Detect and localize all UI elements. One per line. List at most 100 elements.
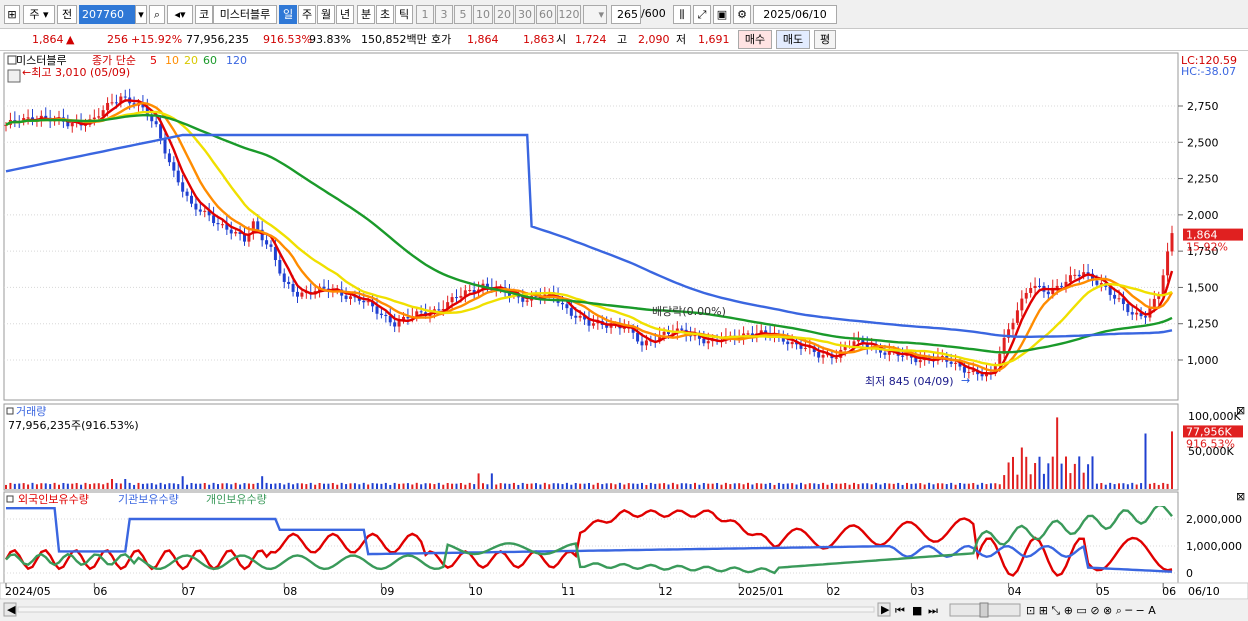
volume-bar — [1171, 431, 1173, 489]
candle-body — [278, 260, 282, 274]
chart-tools-icons[interactable]: ⊡ ⊞ ⤡ ⊕ ▭ ⊘ ⊗ ⌕ ─ − A — [1026, 604, 1156, 617]
date-input[interactable]: 2025/06/10 — [753, 5, 837, 24]
volume-bar — [906, 482, 908, 489]
period-minute[interactable]: 분 — [357, 5, 375, 24]
volume-bar — [764, 483, 767, 489]
first-page-icon[interactable]: ⏮ — [895, 604, 905, 617]
volume-bar — [181, 476, 184, 489]
volume-bar — [429, 483, 431, 489]
stock-code-input[interactable]: 207760 — [79, 5, 135, 24]
calculator-icon[interactable] — [7, 69, 21, 83]
candle-body — [1170, 233, 1174, 252]
candle-body — [662, 331, 666, 335]
interval-5[interactable]: 5 — [454, 5, 472, 24]
zoom-slider-handle[interactable] — [979, 602, 989, 618]
ko-button[interactable]: 코 — [195, 5, 213, 24]
x-tick-label: 03 — [910, 585, 924, 598]
layout-icon[interactable]: ⊞ — [4, 5, 20, 24]
volume-bar — [309, 482, 312, 489]
volume-bar — [477, 473, 480, 489]
candle-body — [1060, 285, 1064, 287]
volume-bar — [305, 484, 308, 489]
volume-bar — [976, 484, 979, 489]
volume-bar — [1131, 482, 1134, 489]
period-week[interactable]: 주 — [298, 5, 316, 24]
interval-3[interactable]: 3 — [435, 5, 453, 24]
candle-body — [269, 244, 273, 247]
candle-body — [578, 315, 582, 318]
candle-body — [265, 240, 269, 245]
candle-body — [384, 314, 388, 317]
volume-bar — [27, 484, 30, 489]
stock-chart[interactable]: 2,7502,5002,2502,0001,7501,5001,2501,000… — [0, 52, 1248, 621]
ma-legend-10: 10 — [165, 54, 179, 67]
volume-bar — [367, 484, 370, 489]
volume-bar — [1029, 474, 1032, 489]
period-tick[interactable]: 틱 — [395, 5, 413, 24]
candle-body — [291, 284, 295, 292]
candle-body — [1117, 298, 1121, 300]
volume-bar — [649, 482, 652, 489]
volume-close-icon[interactable]: ⊠ — [1236, 404, 1245, 417]
search-icon[interactable]: ⌕ — [149, 5, 165, 24]
candle-body — [1055, 285, 1059, 289]
candle-body — [459, 295, 463, 298]
last-page-icon[interactable]: ⏭ — [928, 604, 938, 617]
candle-body — [1130, 312, 1134, 315]
holdings-panel — [3, 491, 1179, 584]
stop-icon[interactable]: ■ — [912, 604, 922, 617]
save-icon[interactable]: ▣ — [713, 5, 731, 24]
interval-dropdown[interactable]: ▾ — [583, 5, 607, 24]
market-type-select[interactable]: 주 ▾ — [23, 5, 55, 24]
candle-body — [1152, 298, 1156, 307]
interval-20[interactable]: 20 — [494, 5, 514, 24]
volume-bar — [398, 483, 401, 489]
volume-bar — [208, 484, 211, 489]
volume-bar — [936, 483, 939, 489]
volume-bar — [323, 483, 325, 489]
buy-button[interactable]: 매수 — [738, 30, 772, 49]
sell-button[interactable]: 매도 — [776, 30, 810, 49]
eval-button[interactable]: 평 — [814, 30, 836, 49]
interval-10[interactable]: 10 — [473, 5, 493, 24]
volume-bar — [97, 483, 100, 489]
interval-30[interactable]: 30 — [515, 5, 535, 24]
candle-body — [918, 360, 922, 363]
x-tick-label: 2025/01 — [738, 585, 784, 598]
volume-bar — [234, 482, 237, 489]
count-input[interactable]: 265 — [611, 5, 641, 24]
scroll-track[interactable] — [17, 606, 875, 613]
code-dropdown-icon[interactable]: ▾ — [135, 5, 147, 24]
period-year[interactable]: 년 — [336, 5, 354, 24]
volume-bar — [455, 483, 458, 489]
top-toolbar: ⊞ 주 ▾ 전 207760 ▾ ⌕ ◂▾ 코 미스터블루 일 주 월 년 분 … — [0, 0, 1248, 29]
holdings-close-icon[interactable]: ⊠ — [1236, 490, 1245, 503]
interval-120[interactable]: 120 — [557, 5, 581, 24]
x-tick-label: 05 — [1096, 585, 1110, 598]
interval-60[interactable]: 60 — [536, 5, 556, 24]
volume-bar — [327, 483, 330, 489]
volume-bar — [345, 484, 348, 489]
volume-bar — [535, 483, 537, 489]
x-tick-label: 07 — [182, 585, 196, 598]
interval-1[interactable]: 1 — [416, 5, 434, 24]
volume-bar — [1091, 456, 1094, 489]
volume-bar — [888, 483, 891, 489]
period-month[interactable]: 월 — [317, 5, 335, 24]
jeon-button[interactable]: 전 — [57, 5, 77, 24]
candle-body — [1046, 291, 1050, 295]
scroll-left-icon: ◀ — [7, 603, 16, 616]
volume-bar — [565, 482, 568, 489]
period-day[interactable]: 일 — [279, 5, 297, 24]
gear-icon[interactable]: ⚙ — [733, 5, 751, 24]
sound-icon[interactable]: ◂▾ — [167, 5, 193, 24]
volume-bar — [521, 482, 524, 489]
candle-icon[interactable]: ⫼ — [673, 5, 691, 24]
volume-bar — [694, 482, 696, 489]
candle-body — [1073, 274, 1077, 276]
period-second[interactable]: 초 — [376, 5, 394, 24]
line-tool-icon[interactable]: ⤢ — [693, 5, 711, 24]
x-axis-right-label: 06/10 — [1188, 585, 1220, 598]
stock-name-display[interactable]: 미스터블루 — [213, 5, 277, 24]
volume-bar — [1034, 463, 1037, 489]
